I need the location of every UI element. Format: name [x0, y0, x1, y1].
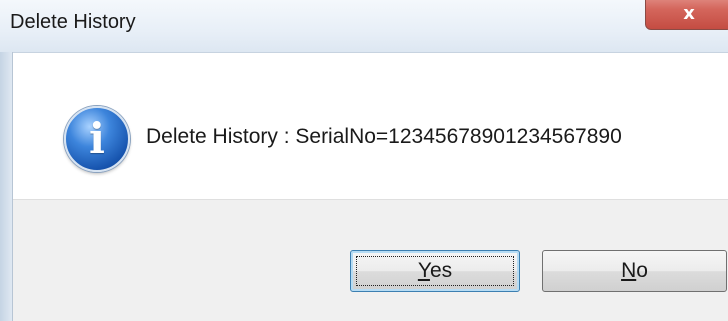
yes-button[interactable]: Yes	[350, 250, 520, 292]
title-bar[interactable]: Delete History x	[0, 0, 728, 53]
close-button[interactable]: x	[645, 0, 728, 30]
window-frame-left	[0, 52, 13, 321]
dialog-message: Delete History : SerialNo=12345678901234…	[146, 125, 622, 148]
message-box-window: Delete History x i Delete History : Seri…	[0, 0, 728, 321]
no-button-label: No	[621, 259, 648, 282]
info-icon: i	[64, 106, 130, 172]
window-title: Delete History	[10, 11, 136, 33]
close-icon: x	[683, 3, 695, 24]
focus-rectangle	[356, 256, 514, 286]
no-button[interactable]: No	[542, 250, 727, 292]
